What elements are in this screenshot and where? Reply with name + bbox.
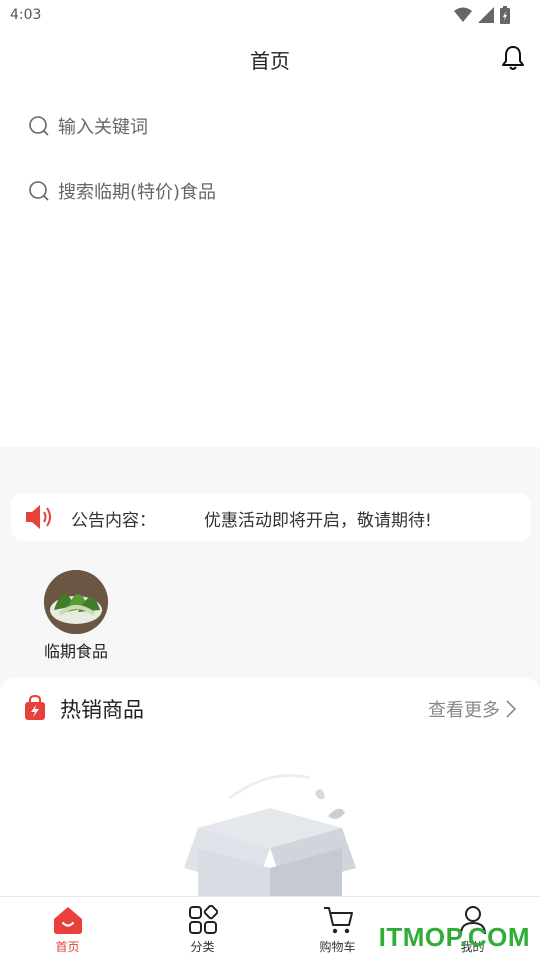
category-item[interactable]: 临期食品 bbox=[36, 570, 116, 662]
shopping-bag-icon bbox=[25, 695, 45, 720]
page-title: 首页 bbox=[250, 49, 290, 73]
category-label: 临期食品 bbox=[43, 642, 108, 661]
signal-icon bbox=[478, 7, 494, 23]
speaker-icon bbox=[26, 505, 51, 529]
tab-category[interactable]: 分类 bbox=[135, 897, 270, 960]
watermark-text: ITMOP.COM bbox=[378, 922, 530, 952]
notice-bar[interactable]: 公告内容： 优惠活动即将开启，敬请期待! bbox=[11, 493, 531, 541]
tab-label: 分类 bbox=[190, 940, 215, 954]
empty-box-illustration bbox=[184, 774, 356, 898]
bell-icon[interactable] bbox=[500, 44, 526, 72]
search-icon bbox=[29, 181, 49, 201]
section-title: 热销商品 bbox=[60, 698, 144, 722]
battery-icon bbox=[500, 6, 510, 24]
wifi-icon bbox=[454, 7, 472, 22]
view-more-link[interactable]: 查看更多 bbox=[428, 696, 516, 722]
search-icon bbox=[29, 116, 49, 136]
cart-icon bbox=[323, 907, 353, 934]
grid-icon bbox=[188, 905, 218, 934]
status-time: 4:03 bbox=[10, 7, 42, 23]
category-image bbox=[44, 570, 108, 634]
search-placeholder: 搜索临期(特价)食品 bbox=[58, 182, 217, 203]
search-input-expiring[interactable]: 搜索临期(特价)食品 bbox=[28, 176, 216, 206]
header: 首页 bbox=[0, 32, 540, 84]
notice-label: 公告内容： bbox=[71, 511, 156, 531]
hot-products-panel: 热销商品 查看更多 bbox=[0, 678, 540, 898]
view-more-label: 查看更多 bbox=[428, 700, 500, 721]
status-icons bbox=[454, 6, 510, 24]
chevron-right-icon bbox=[506, 700, 516, 718]
search-input-keyword[interactable]: 输入关键词 bbox=[28, 111, 148, 141]
tab-label: 首页 bbox=[55, 940, 80, 954]
home-icon bbox=[53, 907, 82, 934]
tab-label: 购物车 bbox=[319, 940, 356, 954]
notice-text: 优惠活动即将开启，敬请期待! bbox=[204, 511, 432, 531]
tab-home[interactable]: 首页 bbox=[0, 897, 135, 960]
search-placeholder: 输入关键词 bbox=[58, 117, 148, 138]
search-area: 输入关键词 搜索临期(特价)食品 bbox=[0, 84, 540, 447]
status-bar: 4:03 bbox=[0, 0, 540, 32]
